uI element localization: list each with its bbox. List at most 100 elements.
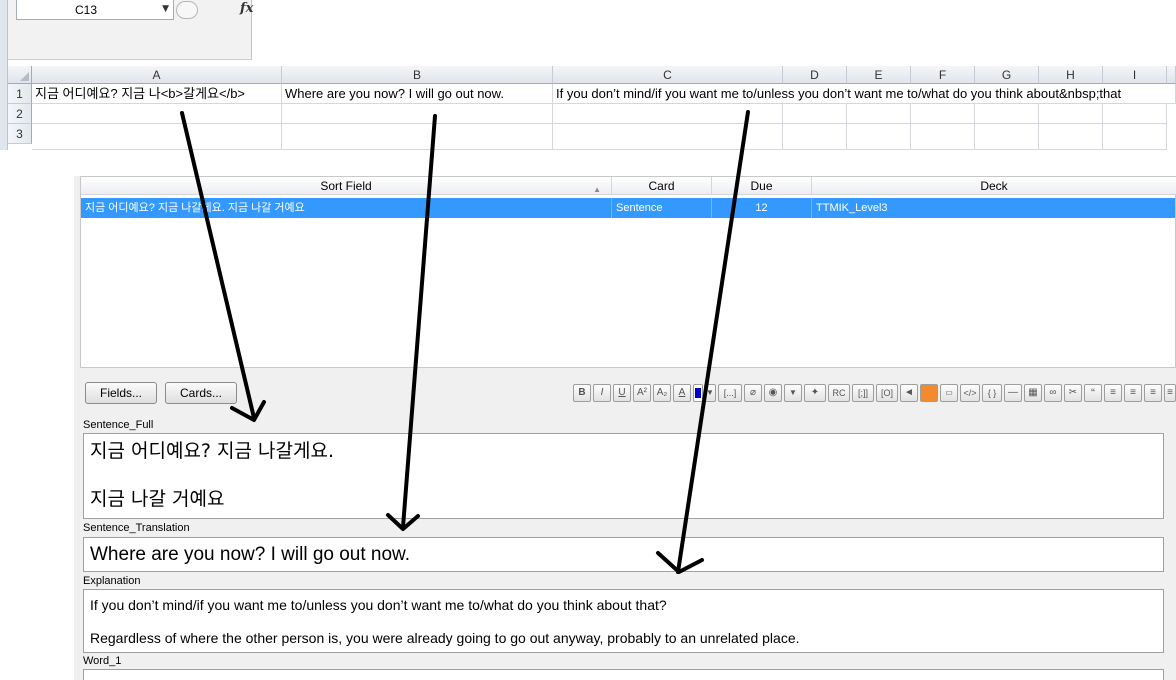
text-color-icon[interactable] xyxy=(693,384,703,402)
align-left-icon[interactable]: ≡ xyxy=(1104,384,1122,402)
row-header-2[interactable]: 2 xyxy=(8,104,32,124)
column-header-a[interactable]: A xyxy=(32,66,282,84)
cell-b2[interactable] xyxy=(282,104,553,124)
row-deck: TTMIK_Level3 xyxy=(816,202,888,214)
field-word-1[interactable] xyxy=(83,669,1164,680)
column-header-d[interactable]: D xyxy=(783,66,847,84)
field-sentence-translation[interactable]: Where are you now? I will go out now. xyxy=(83,537,1164,572)
editor-toolbar: B I U A² A₂ A ▼ [...] ⌀ ◉ ▼ ✦ RC [;]] [O… xyxy=(573,384,1176,404)
select-all-corner[interactable] xyxy=(8,66,32,84)
cloze-icon[interactable]: [...] xyxy=(718,384,742,402)
field-explanation[interactable]: If you don’t mind/if you want me to/unle… xyxy=(83,589,1164,653)
column-header-f[interactable]: F xyxy=(911,66,975,84)
rc-icon[interactable]: RC xyxy=(828,384,850,402)
highlight-icon[interactable] xyxy=(920,384,938,402)
cell-b1[interactable]: Where are you now? I will go out now. xyxy=(282,84,553,104)
name-box-value: C13 xyxy=(75,3,98,17)
cell-c3[interactable] xyxy=(553,124,783,150)
cell-e3[interactable] xyxy=(847,124,911,150)
underline-icon[interactable]: U xyxy=(613,384,631,402)
field-label-sentence-translation: Sentence_Translation xyxy=(83,522,190,534)
column-header-card[interactable]: Card xyxy=(612,177,712,195)
row-due: 12 xyxy=(712,198,812,218)
field-label-sentence-full: Sentence_Full xyxy=(83,419,154,431)
table-icon[interactable]: ▦ xyxy=(1024,384,1042,402)
cell-d3[interactable] xyxy=(783,124,847,150)
justify-icon[interactable]: ≡ xyxy=(1164,384,1176,402)
column-header-deck[interactable]: Deck xyxy=(812,177,1176,195)
explanation-line-1: If you don’t mind/if you want me to/unle… xyxy=(90,597,667,613)
speaker-icon[interactable]: ◄ xyxy=(900,384,918,402)
cell-a3[interactable] xyxy=(32,124,282,150)
cell-h2[interactable] xyxy=(1039,104,1103,124)
code-icon[interactable]: { } xyxy=(982,384,1002,402)
bold-icon[interactable]: B xyxy=(573,384,591,402)
clear-format-icon[interactable]: A xyxy=(673,384,691,402)
cell-a2[interactable] xyxy=(32,104,282,124)
column-header-h[interactable]: H xyxy=(1039,66,1103,84)
excel-formula-area: C13 ▼ fx xyxy=(8,0,253,60)
cell-b3[interactable] xyxy=(282,124,553,150)
superscript-icon[interactable]: A² xyxy=(633,384,651,402)
spreadsheet-grid: A B C D E F G H I 1 2 3 지금 어디예요? 지금 나<b>… xyxy=(8,66,1176,150)
cell-f3[interactable] xyxy=(911,124,975,150)
field-label-explanation: Explanation xyxy=(83,575,141,587)
column-header-g[interactable]: G xyxy=(975,66,1039,84)
column-header-due[interactable]: Due xyxy=(712,177,812,195)
unlink-icon[interactable]: ✂ xyxy=(1064,384,1082,402)
sort-ascending-icon: ▲ xyxy=(593,185,601,194)
field-label-word-1: Word_1 xyxy=(83,655,122,667)
horizontal-rule-icon[interactable]: — xyxy=(1004,384,1022,402)
cell-h3[interactable] xyxy=(1039,124,1103,150)
column-header-j[interactable] xyxy=(1167,66,1176,84)
explanation-line-2: Regardless of where the other person is,… xyxy=(90,630,800,646)
cell-g2[interactable] xyxy=(975,104,1039,124)
column-header-sort-field[interactable]: Sort Field ▲ xyxy=(81,177,612,195)
align-right-icon[interactable]: ≡ xyxy=(1144,384,1162,402)
sort-field-label: Sort Field xyxy=(320,179,372,193)
italic-icon[interactable]: I xyxy=(593,384,611,402)
sentence-full-line-2: 지금 나갈 거예요 xyxy=(90,488,225,510)
attach-icon[interactable]: ⌀ xyxy=(744,384,762,402)
mathjax-icon[interactable]: [;]] xyxy=(852,384,874,402)
sentence-full-line-1: 지금 어디예요? 지금 나갈게요. xyxy=(90,440,335,462)
more-dropdown-icon[interactable]: ▼ xyxy=(784,384,802,402)
blockquote-icon[interactable]: “ xyxy=(1084,384,1102,402)
column-header-c[interactable]: C xyxy=(553,66,783,84)
cell-a1[interactable]: 지금 어디예요? 지금 나<b>갈게요</b> xyxy=(32,84,282,104)
cell-c2[interactable] xyxy=(553,104,783,124)
html-editor-icon[interactable]: </> xyxy=(960,384,980,402)
cell-f2[interactable] xyxy=(911,104,975,124)
expand-handle[interactable] xyxy=(176,1,198,19)
row-header-1[interactable]: 1 xyxy=(8,84,32,104)
row-card: Sentence xyxy=(612,198,712,218)
color-dropdown-icon[interactable]: ▼ xyxy=(704,384,716,402)
cell-c1[interactable]: If you don’t mind/if you want me to/unle… xyxy=(553,84,1176,104)
excel-left-edge xyxy=(0,0,8,150)
cell-g3[interactable] xyxy=(975,124,1039,150)
name-box[interactable]: C13 ▼ xyxy=(16,0,174,20)
align-center-icon[interactable]: ≡ xyxy=(1124,384,1142,402)
cards-button[interactable]: Cards... xyxy=(165,382,237,404)
record-icon[interactable]: ◉ xyxy=(764,384,782,402)
subscript-icon[interactable]: A₂ xyxy=(653,384,671,402)
anki-browser: Sort Field ▲ Card Due Deck 지금 어디예요? 지금 나… xyxy=(74,176,1176,680)
field-sentence-full[interactable]: 지금 어디예요? 지금 나갈게요. 지금 나갈 거예요 xyxy=(83,433,1164,519)
card-row-selected[interactable]: 지금 어디예요? 지금 나갈게요. 지금 나갈 거예요 Sentence 12 … xyxy=(81,198,1175,218)
column-header-e[interactable]: E xyxy=(847,66,911,84)
insert-function-icon[interactable]: fx xyxy=(240,1,253,16)
bird-icon[interactable]: ✦ xyxy=(804,384,826,402)
latex-icon[interactable]: [O] xyxy=(876,384,898,402)
column-header-b[interactable]: B xyxy=(282,66,553,84)
cell-i2[interactable] xyxy=(1103,104,1167,124)
card-list: Sort Field ▲ Card Due Deck 지금 어디예요? 지금 나… xyxy=(80,176,1176,368)
image-icon[interactable]: ▭ xyxy=(940,384,958,402)
chevron-down-icon[interactable]: ▼ xyxy=(162,4,169,14)
row-header-3[interactable]: 3 xyxy=(8,124,32,144)
column-header-i[interactable]: I xyxy=(1103,66,1167,84)
fields-button[interactable]: Fields... xyxy=(85,382,157,404)
cell-e2[interactable] xyxy=(847,104,911,124)
link-icon[interactable]: ∞ xyxy=(1044,384,1062,402)
cell-i3[interactable] xyxy=(1103,124,1167,150)
cell-d2[interactable] xyxy=(783,104,847,124)
